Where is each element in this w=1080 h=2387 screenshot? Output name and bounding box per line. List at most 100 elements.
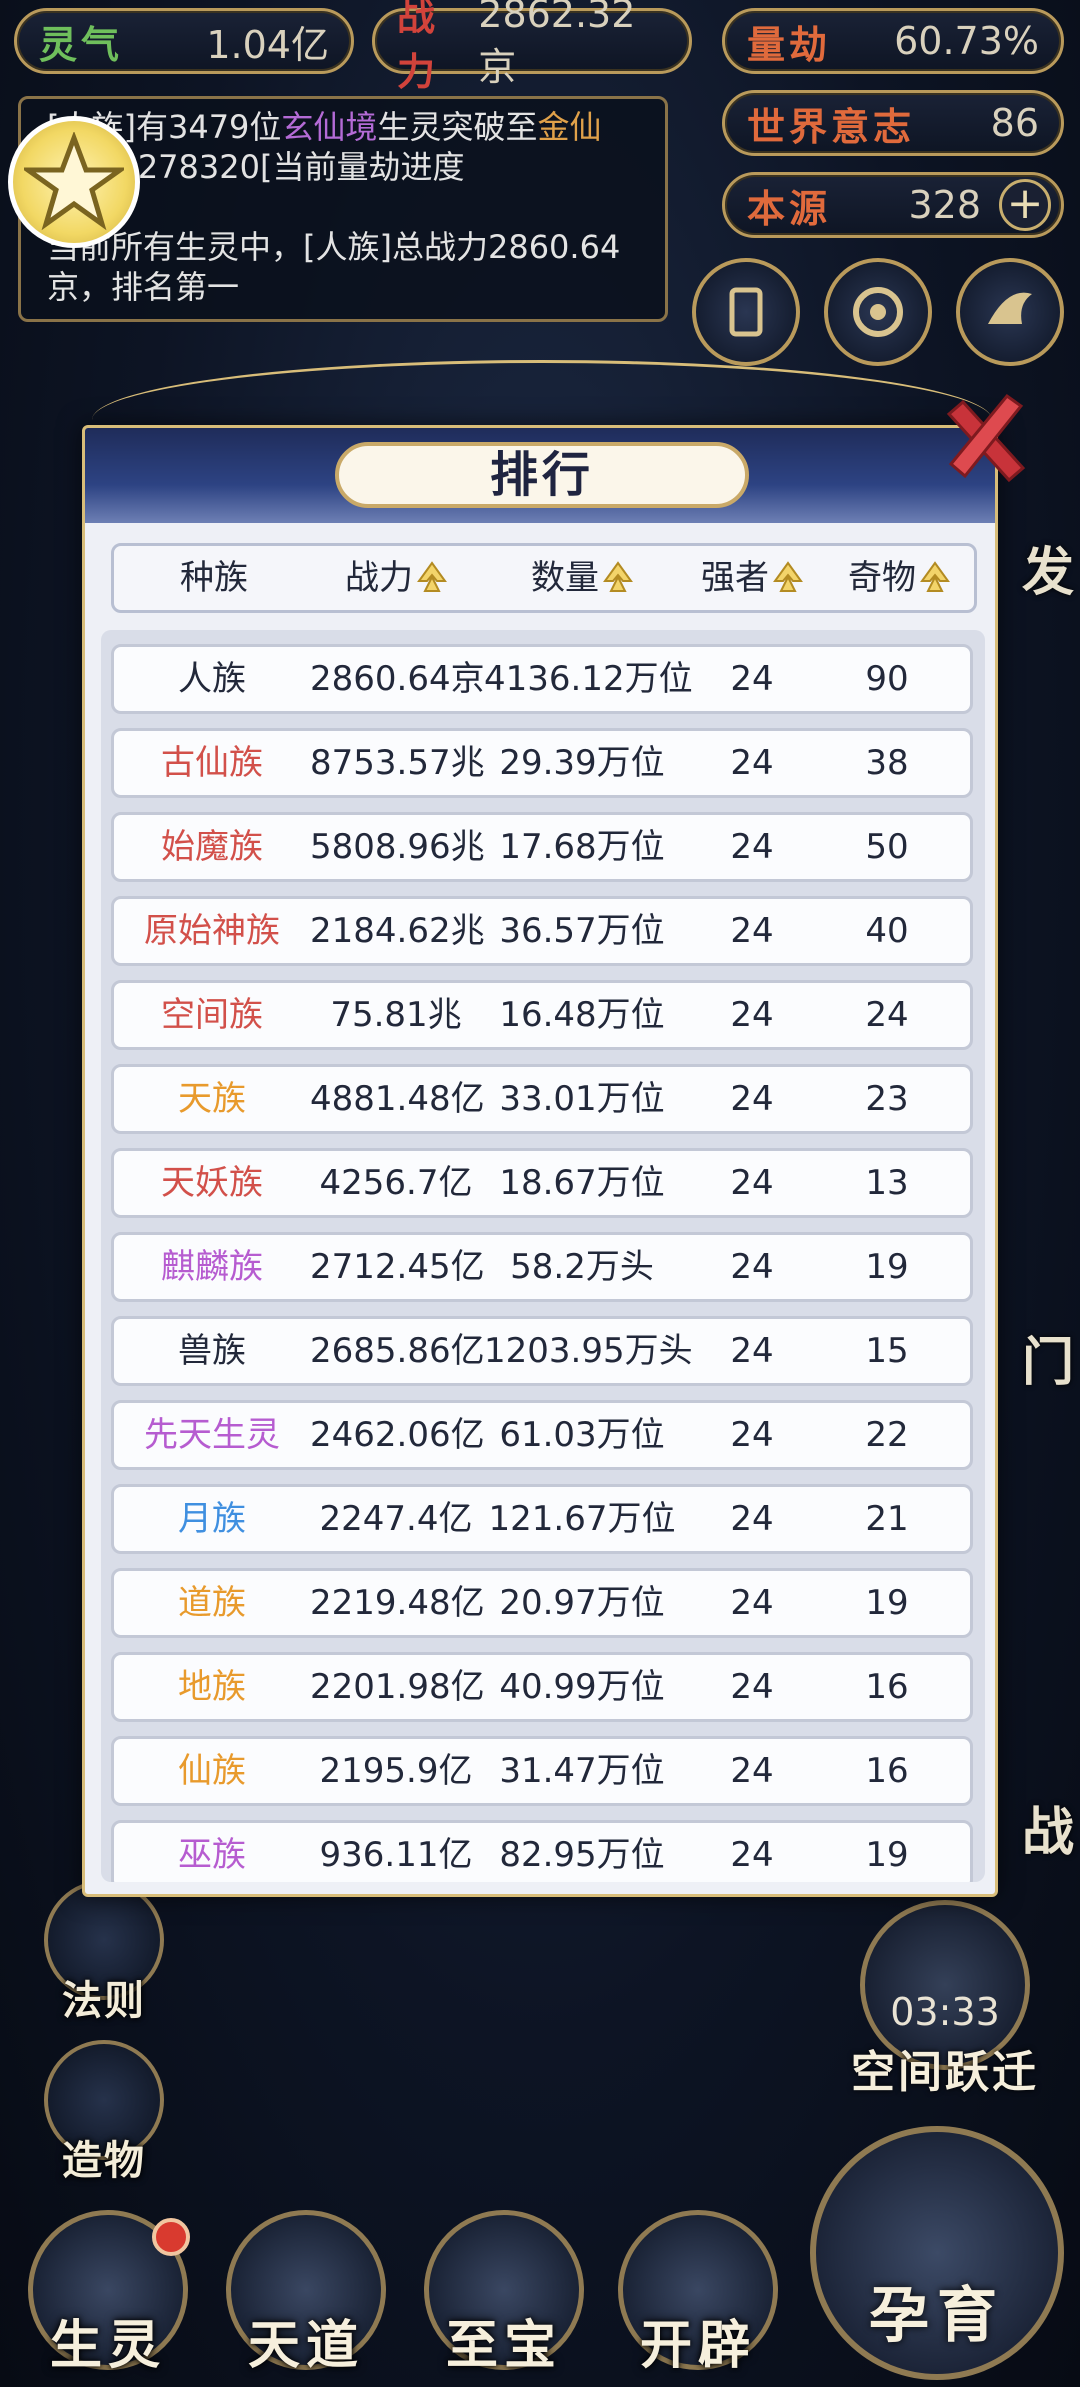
- side-button-label: 造物: [62, 2138, 146, 2184]
- race-name: 先天生灵: [144, 1415, 280, 1455]
- side-button-faze[interactable]: 法则: [44, 1880, 164, 2024]
- race-name: 兽族: [178, 1331, 246, 1371]
- race-strong: 24: [730, 995, 774, 1035]
- log-realm: 金仙: [537, 108, 602, 146]
- ranking-row[interactable]: 原始神族 2184.62兆 36.57万位 24 40: [111, 896, 973, 966]
- race-power: 2184.62兆: [310, 911, 485, 951]
- race-count: 16.48万位: [499, 995, 665, 1035]
- stat-liangjie[interactable]: 量劫 60.73%: [722, 8, 1064, 74]
- portal-icon[interactable]: [824, 258, 932, 366]
- race-treasure: 19: [865, 1247, 909, 1287]
- ranking-row[interactable]: 月族 2247.4亿 121.67万位 24 21: [111, 1484, 973, 1554]
- log-text: 生灵突破至: [377, 108, 538, 146]
- race-name: 巫族: [178, 1835, 246, 1875]
- column-header: 种族 战力 数量 强者 奇物: [111, 543, 977, 613]
- race-treasure: 40: [865, 911, 909, 951]
- scroll-icon[interactable]: [692, 258, 800, 366]
- race-name: 仙族: [178, 1751, 246, 1791]
- side-button-zaowu[interactable]: 造物: [44, 2040, 164, 2184]
- race-power: 936.11亿: [319, 1835, 473, 1875]
- race-count: 4136.12万位: [484, 659, 693, 699]
- sort-strong-button[interactable]: 强者: [680, 546, 824, 610]
- ranking-row[interactable]: 天妖族 4256.7亿 18.67万位 24 13: [111, 1148, 973, 1218]
- sort-count-button[interactable]: 数量: [484, 546, 680, 610]
- nav-label: 生灵: [49, 2316, 166, 2376]
- race-strong: 24: [730, 1247, 774, 1287]
- race-power: 8753.57兆: [310, 743, 485, 783]
- ranking-row[interactable]: 始魔族 5808.96兆 17.68万位 24 50: [111, 812, 973, 882]
- race-count: 18.67万位: [499, 1163, 665, 1203]
- race-name: 麒麟族: [161, 1247, 263, 1287]
- ranking-row[interactable]: 空间族 75.81兆 16.48万位 24 24: [111, 980, 973, 1050]
- panel-header: 排行: [85, 428, 995, 523]
- race-treasure: 50: [865, 827, 909, 867]
- side-label-peek: 发: [1021, 543, 1074, 603]
- ranking-row[interactable]: 天族 4881.48亿 33.01万位 24 23: [111, 1064, 973, 1134]
- notification-dot: [152, 2218, 190, 2256]
- ranking-row[interactable]: 兽族 2685.86亿 1203.95万头 24 15: [111, 1316, 973, 1386]
- race-treasure: 38: [865, 743, 909, 783]
- ranking-row[interactable]: 道族 2219.48亿 20.97万位 24 19: [111, 1568, 973, 1638]
- wing-icon[interactable]: [956, 258, 1064, 366]
- ranking-row[interactable]: 巫族 936.11亿 82.95万位 24 19: [111, 1820, 973, 1882]
- ranking-row[interactable]: 人族 2860.64京 4136.12万位 24 90: [111, 644, 973, 714]
- stat-shijie-yizhi[interactable]: 世界意志 86: [722, 90, 1064, 156]
- nav-kaipi[interactable]: 开辟: [608, 2210, 788, 2380]
- sort-arrow-icon: [773, 561, 803, 592]
- space-jump-button[interactable]: 03:33 空间跃迁: [840, 1900, 1050, 2100]
- nav-tiandao[interactable]: 天道: [216, 2210, 396, 2380]
- race-strong: 24: [730, 827, 774, 867]
- log-line: [人族]有3479位玄仙境生灵突破至金仙: [47, 107, 649, 147]
- stat-value: 2862.32京: [478, 0, 636, 89]
- nav-zhibao[interactable]: 至宝: [414, 2210, 594, 2380]
- stat-label: 世界意志: [747, 104, 916, 149]
- ranking-row[interactable]: 先天生灵 2462.06亿 61.03万位 24 22: [111, 1400, 973, 1470]
- sort-treasure-button[interactable]: 奇物: [824, 546, 974, 610]
- log-line: 当前所有生灵中，[人族]总战力2860.64: [47, 228, 621, 266]
- race-count: 29.39万位: [499, 743, 665, 783]
- log-realm: 玄仙境: [281, 108, 378, 146]
- col-label: 数量: [531, 558, 599, 598]
- sort-arrow-icon: [603, 561, 633, 592]
- race-count: 20.97万位: [499, 1583, 665, 1623]
- space-jump-timer: 03:33: [890, 1990, 1000, 2034]
- race-power: 2247.4亿: [319, 1499, 473, 1539]
- race-power: 75.81兆: [330, 995, 462, 1035]
- log-line: 京，排名第一: [47, 268, 240, 306]
- race-power: 5808.96兆: [310, 827, 485, 867]
- star-icon[interactable]: [8, 116, 140, 248]
- ranking-row[interactable]: 古仙族 8753.57兆 29.39万位 24 38: [111, 728, 973, 798]
- race-treasure: 19: [865, 1583, 909, 1623]
- race-treasure: 22: [865, 1415, 909, 1455]
- race-power: 2201.98亿: [310, 1667, 485, 1707]
- race-power: 4881.48亿: [310, 1079, 485, 1119]
- race-treasure: 23: [865, 1079, 909, 1119]
- close-icon: [946, 393, 1026, 483]
- close-button[interactable]: [935, 388, 1035, 488]
- race-strong: 24: [730, 911, 774, 951]
- ranking-row[interactable]: 地族 2201.98亿 40.99万位 24 16: [111, 1652, 973, 1722]
- ranking-row[interactable]: 仙族 2195.9亿 31.47万位 24 16: [111, 1736, 973, 1806]
- stat-value: 1.04亿: [206, 22, 329, 67]
- yunyu-label: 孕育: [869, 2281, 1005, 2351]
- race-strong: 24: [730, 1751, 774, 1791]
- side-label-peek: 战: [1021, 1803, 1074, 1863]
- race-name: 月族: [178, 1499, 246, 1539]
- race-treasure: 16: [865, 1667, 909, 1707]
- stat-label: 战力: [397, 0, 440, 94]
- sort-power-button[interactable]: 战力: [310, 546, 482, 610]
- yunyu-button[interactable]: 孕育: [810, 2126, 1064, 2380]
- race-power: 2195.9亿: [319, 1751, 473, 1791]
- ranking-list[interactable]: 人族 2860.64京 4136.12万位 24 90 古仙族 8753.57兆 29.39万…: [101, 630, 985, 1882]
- stat-benyuan[interactable]: 本源 328 +: [722, 172, 1064, 238]
- race-name: 天族: [178, 1079, 246, 1119]
- race-strong: 24: [730, 1079, 774, 1119]
- stat-zhanli: 战力 2862.32京: [372, 0, 692, 94]
- sort-arrow-icon: [417, 561, 447, 592]
- add-benyuan-button[interactable]: +: [999, 179, 1051, 231]
- race-count: 40.99万位: [499, 1667, 665, 1707]
- race-power: 4256.7亿: [319, 1163, 473, 1203]
- race-power: 2712.45亿: [310, 1247, 485, 1287]
- nav-shengling[interactable]: 生灵: [18, 2210, 198, 2380]
- ranking-row[interactable]: 麒麟族 2712.45亿 58.2万头 24 19: [111, 1232, 973, 1302]
